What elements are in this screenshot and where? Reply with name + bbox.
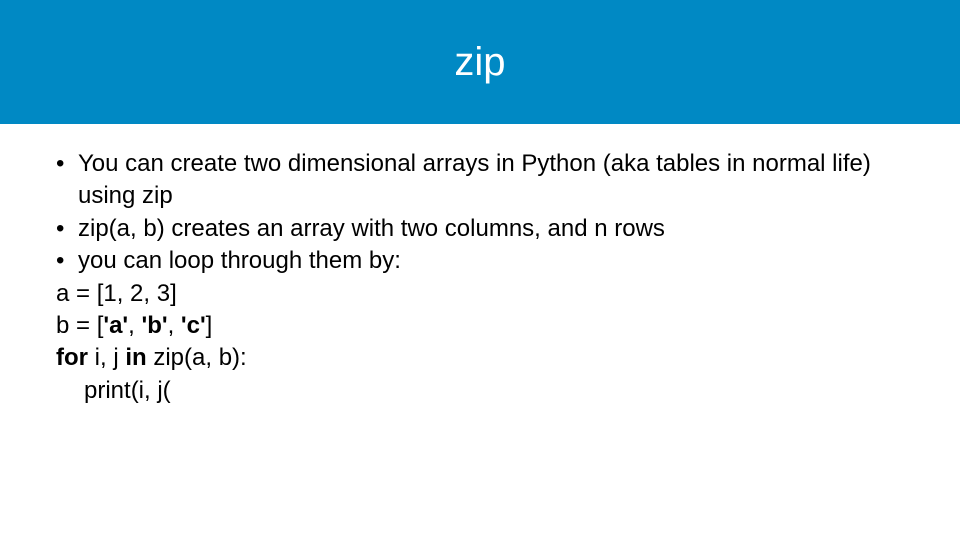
code-bold: 'a' [103, 312, 128, 339]
code-bold: for [56, 344, 95, 371]
body-area: • You can create two dimensional arrays … [0, 124, 960, 407]
bullet-text: zip(a, b) creates an array with two colu… [78, 213, 904, 245]
bullet-glyph: • [56, 213, 78, 245]
code-text: , [128, 312, 141, 339]
code-text: i, j [95, 344, 126, 371]
code-line: a = [1, 2, 3] [56, 278, 904, 310]
code-text: print(i, j( [84, 377, 171, 404]
bullet-item: • zip(a, b) creates an array with two co… [56, 213, 904, 245]
bullet-text: You can create two dimensional arrays in… [78, 148, 904, 213]
title-bar: zip [0, 0, 960, 124]
code-text: zip(a, b): [153, 344, 246, 371]
bullet-item: • you can loop through them by: [56, 245, 904, 277]
code-text: ] [206, 312, 213, 339]
bullet-item: • You can create two dimensional arrays … [56, 148, 904, 213]
code-bold: in [125, 344, 153, 371]
slide-title: zip [454, 40, 505, 85]
bullet-text: you can loop through them by: [78, 245, 904, 277]
code-line: print(i, j( [56, 375, 904, 407]
code-text: a = [1, 2, 3] [56, 280, 177, 307]
code-text: b = [ [56, 312, 103, 339]
code-line: b = ['a', 'b', 'c'] [56, 310, 904, 342]
bullet-glyph: • [56, 245, 78, 277]
code-line: for i, j in zip(a, b): [56, 342, 904, 374]
bullet-glyph: • [56, 148, 78, 213]
code-bold: 'c' [181, 312, 206, 339]
code-text: , [168, 312, 181, 339]
slide: zip • You can create two dimensional arr… [0, 0, 960, 540]
code-bold: 'b' [141, 312, 167, 339]
